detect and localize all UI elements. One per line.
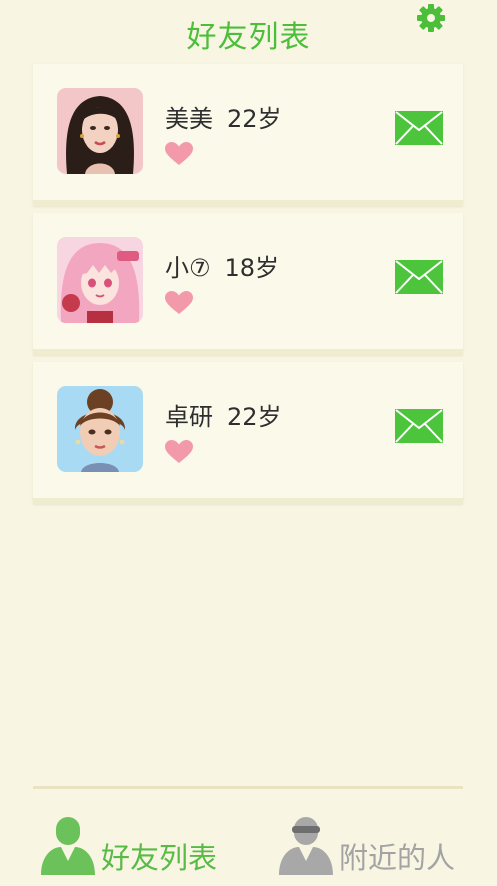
friend-info: 卓研 22岁 bbox=[165, 397, 282, 432]
friend-card[interactable]: 卓研 22岁 bbox=[33, 362, 463, 504]
friend-age: 18岁 bbox=[224, 254, 280, 282]
heart-icon[interactable] bbox=[165, 142, 193, 166]
friend-name: 小⑦ bbox=[165, 254, 211, 282]
tab-bar: 好友列表 附近的人 bbox=[33, 786, 463, 886]
heart-icon[interactable] bbox=[165, 440, 193, 464]
envelope-icon[interactable] bbox=[395, 111, 443, 145]
tab-nearby-label: 附近的人 bbox=[339, 841, 456, 875]
heart-icon[interactable] bbox=[165, 291, 193, 315]
friend-name: 美美 bbox=[165, 105, 213, 133]
avatar[interactable] bbox=[57, 237, 143, 323]
friend-age: 22岁 bbox=[227, 105, 282, 133]
person-icon bbox=[41, 817, 95, 875]
friend-list: 美美 22岁 小⑦ 18岁 卓研 22岁 bbox=[33, 64, 463, 511]
envelope-icon[interactable] bbox=[395, 409, 443, 443]
friend-info: 小⑦ 18岁 bbox=[165, 248, 279, 283]
envelope-icon[interactable] bbox=[395, 260, 443, 294]
masked-person-icon bbox=[279, 817, 333, 875]
header: 好友列表 bbox=[0, 0, 497, 62]
friend-age: 22岁 bbox=[227, 403, 282, 431]
friend-name: 卓研 bbox=[165, 403, 213, 431]
friend-card[interactable]: 小⑦ 18岁 bbox=[33, 213, 463, 355]
friend-info: 美美 22岁 bbox=[165, 99, 282, 134]
gear-icon[interactable] bbox=[416, 3, 446, 33]
avatar[interactable] bbox=[57, 386, 143, 472]
tab-friends-label: 好友列表 bbox=[101, 841, 218, 875]
avatar[interactable] bbox=[57, 88, 143, 174]
friend-card[interactable]: 美美 22岁 bbox=[33, 64, 463, 206]
